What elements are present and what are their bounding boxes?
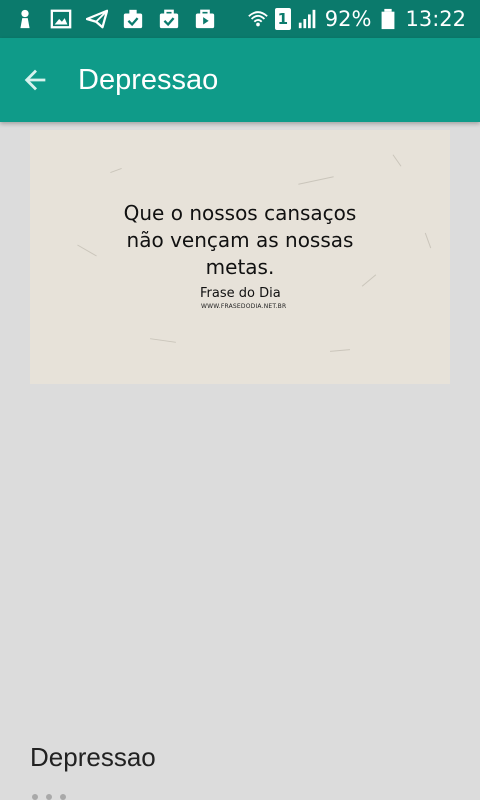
- send-icon: [86, 8, 108, 30]
- clipboard-check-icon: [122, 8, 144, 30]
- sim-icon: 1: [274, 8, 291, 30]
- back-button[interactable]: [12, 56, 60, 104]
- signal-icon: [297, 8, 319, 30]
- page-title: Depressao: [78, 63, 219, 96]
- quote-text: Que o nossos cansaços não vençam as noss…: [30, 200, 450, 281]
- image-icon: [50, 8, 72, 30]
- quote-image[interactable]: Que o nossos cansaços não vençam as noss…: [30, 130, 450, 384]
- battery-icon: [377, 8, 399, 30]
- wifi-icon: [247, 8, 269, 30]
- quote-url: WWW.FRASEDODIA.NET.BR: [201, 303, 287, 310]
- briefcase-play-icon: [194, 8, 216, 30]
- content-area: Que o nossos cansaços não vençam as noss…: [0, 122, 480, 800]
- clock: 13:22: [405, 7, 466, 31]
- notification-icons: [14, 8, 247, 30]
- person-icon: [14, 8, 36, 30]
- quote-line: Que o nossos cansaços: [123, 201, 357, 225]
- status-bar: 1 92% 13:22: [0, 0, 480, 38]
- category-title: Depressao: [30, 742, 156, 772]
- battery-percentage: 92%: [324, 7, 372, 31]
- quote-line: metas.: [205, 255, 275, 279]
- arrow-left-icon: [24, 69, 46, 91]
- truncated-subtitle: [32, 782, 74, 800]
- quote-brand: Frase do Dia: [200, 286, 281, 301]
- briefcase-check-icon: [158, 8, 180, 30]
- app-bar: Depressao: [0, 38, 480, 122]
- quote-line: não vençam as nossas: [126, 228, 354, 252]
- system-icons: 1 92% 13:22: [247, 7, 466, 31]
